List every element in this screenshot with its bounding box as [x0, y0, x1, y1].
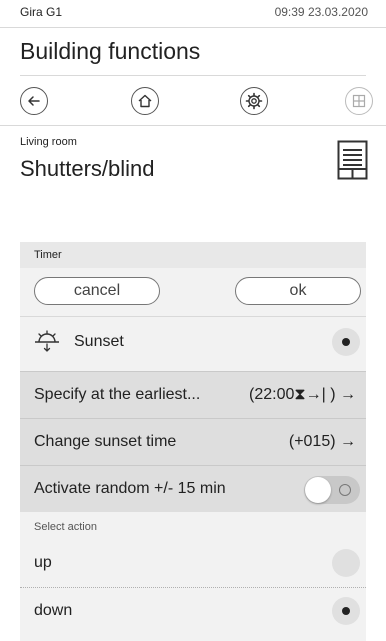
sunset-radio[interactable] — [332, 328, 360, 356]
function-title: Shutters/blind — [20, 156, 155, 181]
earliest-label: Specify at the earliest... — [34, 386, 201, 403]
home-icon — [138, 94, 152, 108]
status-bar: Gira G1 09:39 23.03.2020 — [0, 0, 386, 28]
change-sunset-value: (+015) → — [288, 433, 356, 450]
grid-button[interactable] — [345, 87, 373, 115]
action-radio-up[interactable] — [332, 549, 360, 577]
action-option-down[interactable]: down — [20, 587, 366, 634]
blind-icon — [337, 140, 368, 180]
action-label-down: down — [34, 602, 73, 619]
device-name: Gira G1 — [20, 5, 63, 19]
random-label: Activate random +/- 15 min — [34, 480, 226, 497]
back-button[interactable] — [20, 87, 48, 115]
select-action-header: Select action — [20, 512, 366, 542]
earliest-value: (22:00⧗→| ) → — [249, 386, 356, 403]
sunset-option[interactable]: Sunset — [20, 316, 366, 366]
random-toggle[interactable] — [304, 476, 360, 504]
action-option-up[interactable]: up — [20, 540, 366, 587]
room-label: Living room — [20, 136, 77, 148]
action-label-up: up — [34, 554, 52, 571]
toggle-off-icon — [339, 484, 351, 496]
change-sunset-label: Change sunset time — [34, 433, 177, 450]
grid-icon — [352, 94, 366, 108]
divider — [0, 125, 386, 126]
toggle-knob — [305, 477, 331, 503]
earliest-time-row[interactable]: Specify at the earliest... (22:00⧗→| ) → — [20, 371, 366, 418]
sunset-label: Sunset — [74, 333, 124, 350]
gear-icon — [245, 92, 263, 110]
home-button[interactable] — [131, 87, 159, 115]
random-row: Activate random +/- 15 min — [20, 465, 366, 512]
divider — [20, 75, 366, 76]
sunset-icon — [35, 330, 59, 352]
cancel-button[interactable]: cancel — [34, 277, 160, 305]
ok-button[interactable]: ok — [235, 277, 361, 305]
settings-button[interactable] — [240, 87, 268, 115]
select-action-label: Select action — [34, 521, 97, 533]
radio-selected-dot — [342, 338, 350, 346]
timer-header-label: Timer — [34, 249, 62, 261]
radio-selected-dot — [342, 607, 350, 615]
page-title: Building functions — [20, 38, 201, 64]
timer-header: Timer — [20, 242, 366, 268]
action-radio-down[interactable] — [332, 597, 360, 625]
clock: 09:39 23.03.2020 — [274, 5, 368, 19]
back-arrow-icon — [28, 96, 40, 106]
change-sunset-row[interactable]: Change sunset time (+015) → — [20, 418, 366, 465]
